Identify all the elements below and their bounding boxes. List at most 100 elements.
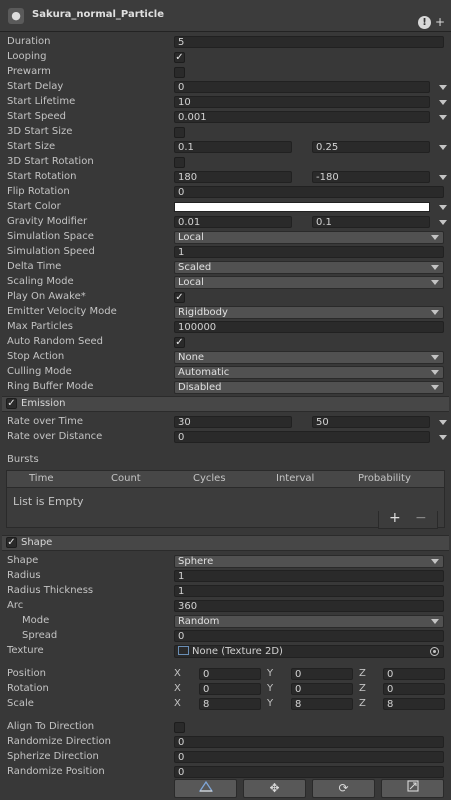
align-to-direction-checkbox[interactable] — [174, 722, 185, 733]
gravity-modifier-min-field[interactable]: 0.01 — [174, 216, 292, 228]
play-on-awake-checkbox[interactable]: ✓ — [174, 292, 185, 303]
curve-mode-dropdown-icon[interactable] — [439, 145, 447, 150]
curve-mode-dropdown-icon[interactable] — [439, 435, 447, 440]
start-color-swatch[interactable] — [174, 202, 430, 212]
arc-mode-row: Mode Random — [0, 614, 451, 629]
emitter-velocity-mode-label: Emitter Velocity Mode — [7, 306, 117, 317]
spherize-direction-field[interactable]: 0 — [174, 751, 444, 763]
curve-mode-dropdown-icon[interactable] — [439, 420, 447, 425]
scale-y-field[interactable]: 8 — [291, 698, 353, 710]
radius-thickness-field[interactable]: 1 — [174, 585, 444, 597]
position-y-field[interactable]: 0 — [291, 668, 353, 680]
culling-mode-label: Culling Mode — [7, 366, 72, 377]
start-size-3d-checkbox[interactable] — [174, 127, 185, 138]
spherize-direction-label: Spherize Direction — [7, 751, 99, 762]
rate-over-time-min-field[interactable]: 30 — [174, 416, 292, 428]
scale-x-field[interactable]: 8 — [199, 698, 261, 710]
start-rotation-max-field[interactable]: -180 — [312, 171, 430, 183]
shape-enable-checkbox[interactable]: ✓ — [6, 537, 17, 548]
auto-random-seed-checkbox[interactable]: ✓ — [174, 337, 185, 348]
randomize-position-label: Randomize Position — [7, 766, 105, 777]
start-lifetime-label: Start Lifetime — [7, 96, 76, 107]
arc-field[interactable]: 360 — [174, 600, 444, 612]
arc-row: Arc 360 — [0, 599, 451, 614]
simulation-space-dropdown[interactable]: Local — [174, 231, 444, 244]
looping-checkbox[interactable]: ✓ — [174, 52, 185, 63]
max-particles-field[interactable]: 100000 — [174, 321, 444, 333]
curve-mode-dropdown-icon[interactable] — [439, 175, 447, 180]
emission-section-header[interactable]: ✓ Emission — [2, 396, 449, 412]
max-particles-row: Max Particles 100000 — [0, 320, 451, 335]
rotation-x-field[interactable]: 0 — [199, 683, 261, 695]
gravity-modifier-label: Gravity Modifier — [7, 216, 88, 227]
stop-action-dropdown[interactable]: None — [174, 351, 444, 364]
color-mode-dropdown-icon[interactable] — [439, 205, 447, 210]
randomize-direction-field[interactable]: 0 — [174, 736, 444, 748]
scale-z-field[interactable]: 8 — [383, 698, 445, 710]
flip-rotation-field[interactable]: 0 — [174, 186, 444, 198]
z-axis-label: Z — [359, 668, 366, 679]
remove-burst-button[interactable]: − — [415, 510, 427, 526]
curve-mode-dropdown-icon[interactable] — [439, 100, 447, 105]
start-rotation-3d-checkbox[interactable] — [174, 157, 185, 168]
arc-mode-value: Random — [178, 616, 220, 627]
start-size-min-field[interactable]: 0.1 — [174, 141, 292, 153]
scaling-mode-label: Scaling Mode — [7, 276, 74, 287]
rotation-row: Rotation X 0 Y 0 Z 0 — [0, 682, 451, 697]
simulation-space-row: Simulation Space Local — [0, 230, 451, 245]
scaling-mode-dropdown[interactable]: Local — [174, 276, 444, 289]
texture-object-field[interactable]: None (Texture 2D) — [174, 645, 444, 658]
rotation-z-field[interactable]: 0 — [383, 683, 445, 695]
curve-mode-dropdown-icon[interactable] — [439, 220, 447, 225]
emitter-velocity-mode-row: Emitter Velocity Mode Rigidbody — [0, 305, 451, 320]
shape-type-dropdown[interactable]: Sphere — [174, 555, 444, 568]
start-delay-field[interactable]: 0 — [174, 81, 430, 93]
randomize-position-field[interactable]: 0 — [174, 766, 444, 778]
rotate-icon[interactable]: ⟳ — [312, 779, 375, 798]
scale-icon[interactable] — [381, 779, 444, 798]
plus-icon[interactable]: + — [435, 16, 445, 29]
shape-edit-toolbar: ✥ ⟳ — [174, 779, 444, 798]
emitter-velocity-mode-dropdown[interactable]: Rigidbody — [174, 306, 444, 319]
delta-time-label: Delta Time — [7, 261, 62, 272]
start-rotation-min-field[interactable]: 180 — [174, 171, 292, 183]
edit-shape-icon[interactable] — [174, 779, 237, 798]
duration-field[interactable]: 5 — [174, 36, 444, 48]
culling-mode-dropdown[interactable]: Automatic — [174, 366, 444, 379]
rate-over-distance-field[interactable]: 0 — [174, 431, 430, 443]
curve-mode-dropdown-icon[interactable] — [439, 85, 447, 90]
rate-over-time-max-field[interactable]: 50 — [312, 416, 430, 428]
help-icon[interactable]: ! — [418, 16, 431, 29]
start-speed-row: Start Speed 0.001 — [0, 110, 451, 125]
emission-enable-checkbox[interactable]: ✓ — [6, 398, 17, 409]
arc-mode-dropdown[interactable]: Random — [174, 615, 444, 628]
rate-over-time-row: Rate over Time 30 50 — [0, 415, 451, 430]
stop-action-label: Stop Action — [7, 351, 65, 362]
emitter-velocity-mode-value: Rigidbody — [178, 307, 228, 318]
culling-mode-row: Culling Mode Automatic — [0, 365, 451, 380]
play-on-awake-row: Play On Awake* ✓ — [0, 290, 451, 305]
prewarm-checkbox[interactable] — [174, 67, 185, 78]
arc-spread-field[interactable]: 0 — [174, 630, 444, 642]
radius-field[interactable]: 1 — [174, 570, 444, 582]
position-x-field[interactable]: 0 — [199, 668, 261, 680]
delta-time-dropdown[interactable]: Scaled — [174, 261, 444, 274]
simulation-speed-field[interactable]: 1 — [174, 246, 444, 258]
start-rotation-label: Start Rotation — [7, 171, 77, 182]
ring-buffer-mode-dropdown[interactable]: Disabled — [174, 381, 444, 394]
bursts-row: Bursts — [0, 453, 451, 468]
bursts-column-cycles: Cycles — [193, 473, 226, 484]
rate-over-time-label: Rate over Time — [7, 416, 84, 427]
start-speed-field[interactable]: 0.001 — [174, 111, 430, 123]
component-header: ● Sakura_normal_Particle ! + — [0, 0, 451, 32]
start-size-max-field[interactable]: 0.25 — [312, 141, 430, 153]
shape-section-header[interactable]: ✓ Shape — [2, 535, 449, 551]
add-burst-button[interactable]: + — [389, 510, 401, 526]
curve-mode-dropdown-icon[interactable] — [439, 115, 447, 120]
gravity-modifier-max-field[interactable]: 0.1 — [312, 216, 430, 228]
object-picker-icon[interactable] — [430, 647, 439, 656]
move-icon[interactable]: ✥ — [243, 779, 306, 798]
position-z-field[interactable]: 0 — [383, 668, 445, 680]
start-lifetime-field[interactable]: 10 — [174, 96, 430, 108]
rotation-y-field[interactable]: 0 — [291, 683, 353, 695]
